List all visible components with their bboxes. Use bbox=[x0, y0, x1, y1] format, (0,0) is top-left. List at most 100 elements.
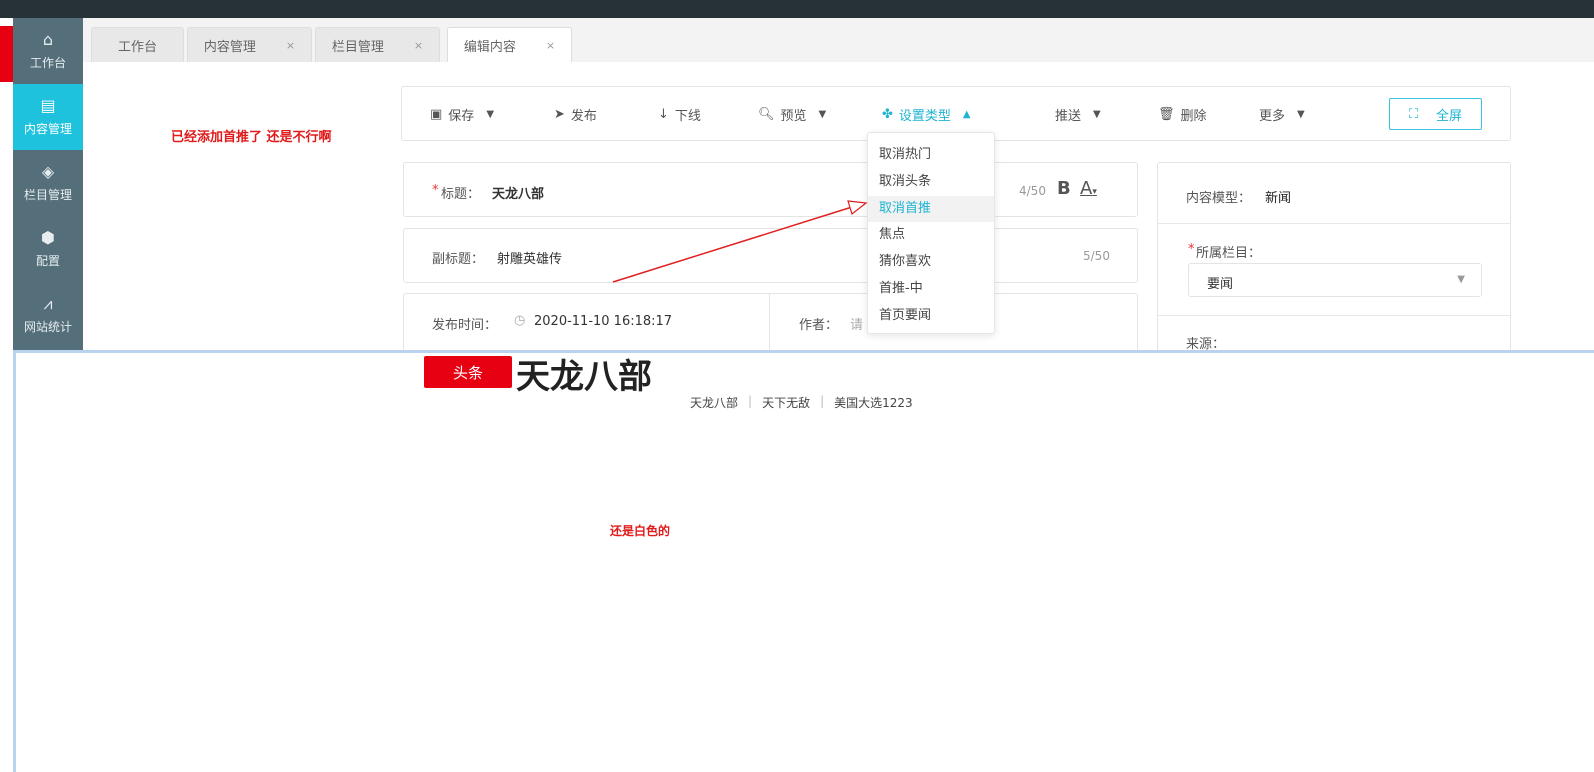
subtitle-label: 副标题： bbox=[432, 252, 485, 267]
author-label: 作者： bbox=[799, 318, 839, 333]
required-mark: * bbox=[1188, 242, 1195, 257]
tab-label: 工作台 bbox=[117, 39, 157, 55]
content-model-label: 内容模型： bbox=[1186, 191, 1252, 206]
chart-icon: ⩘ bbox=[43, 293, 53, 313]
dropdown-item[interactable]: 取消热门 bbox=[868, 142, 994, 169]
sidebar-item-content[interactable]: ▤ 内容管理 bbox=[13, 84, 83, 150]
sidebar-item-dashboard[interactable]: ⌂ 工作台 bbox=[13, 18, 83, 84]
author-input[interactable]: 请 bbox=[850, 314, 863, 333]
sidebar-item-stats[interactable]: ⩘ 网站统计 bbox=[13, 282, 83, 348]
caret-down-icon: ▼ bbox=[1297, 109, 1305, 120]
more-button[interactable]: 更多 ▼ bbox=[1259, 87, 1305, 142]
fullscreen-label: 全屏 bbox=[1436, 108, 1463, 124]
bold-icon[interactable]: B bbox=[1057, 178, 1071, 199]
meta-fields: 发布时间： ◷ 2020-11-10 16:18:17 作者： 请 bbox=[403, 293, 1138, 353]
clock-icon: ◷ bbox=[514, 313, 526, 328]
document-icon: ▤ bbox=[40, 95, 56, 115]
preview-window: 头条 天龙八部 天龙八部 | 天下无敌 | 美国大选1223 还是白色的 bbox=[13, 350, 1594, 772]
push-button[interactable]: 推送 ▼ bbox=[1055, 87, 1101, 142]
sidebar-item-label: 网站统计 bbox=[23, 319, 72, 334]
home-icon: ⌂ bbox=[42, 29, 54, 49]
preview-label: 预览 bbox=[780, 109, 807, 124]
title-value[interactable]: 天龙八部 bbox=[492, 183, 544, 202]
caret-up-icon: ▲ bbox=[962, 109, 971, 120]
dropdown-item[interactable]: 取消头条 bbox=[868, 169, 994, 196]
more-label: 更多 bbox=[1259, 109, 1286, 124]
close-icon[interactable]: × bbox=[286, 39, 295, 52]
save-icon: ▣ bbox=[430, 107, 443, 122]
sidebar-item-columns[interactable]: ◈ 栏目管理 bbox=[13, 150, 83, 216]
caret-down-icon: ▼ bbox=[486, 109, 495, 120]
title-char-count: 4/50 bbox=[1019, 184, 1046, 198]
dropdown-item[interactable]: 取消首推 bbox=[868, 195, 994, 223]
tab-label: 栏目管理 bbox=[331, 39, 384, 55]
dropdown-item[interactable]: 焦点 bbox=[868, 222, 994, 249]
close-icon[interactable]: × bbox=[414, 39, 423, 52]
publish-time-label: 发布时间： bbox=[432, 318, 498, 333]
tag-link[interactable]: 美国大选1223 bbox=[834, 394, 913, 411]
sidebar: ⌂ 工作台 ▤ 内容管理 ◈ 栏目管理 ⬢ 配置 ⩘ 网站统计 bbox=[13, 18, 83, 350]
browser-top-bar bbox=[0, 0, 1594, 18]
required-mark: * bbox=[432, 183, 439, 198]
send-icon: ➤ bbox=[554, 107, 565, 122]
cube-icon: ⬢ bbox=[41, 227, 55, 247]
divider bbox=[1158, 315, 1510, 316]
save-button[interactable]: ▣ 保存 ▼ bbox=[430, 87, 494, 142]
column-select[interactable]: 要闻 ▼ bbox=[1188, 263, 1482, 297]
separator: | bbox=[820, 394, 825, 408]
annotation-bottom: 还是白色的 bbox=[610, 524, 671, 538]
sidebar-item-label: 栏目管理 bbox=[23, 187, 72, 202]
logo-fragment bbox=[0, 26, 13, 82]
dropdown-item[interactable]: 首推-中 bbox=[868, 276, 994, 303]
separator: | bbox=[748, 394, 753, 408]
headline-badge: 头条 bbox=[424, 356, 512, 388]
subtitle-char-count: 5/50 bbox=[1083, 249, 1110, 263]
annotation-top: 已经添加首推了 还是不行啊 bbox=[171, 130, 332, 145]
layers-icon: ◈ bbox=[41, 161, 55, 181]
preview-icon: 🔍︎ bbox=[758, 107, 775, 122]
tab-label: 编辑内容 bbox=[463, 39, 516, 55]
title-label: 标题： bbox=[441, 187, 481, 202]
push-label: 推送 bbox=[1055, 109, 1082, 124]
column-select-value: 要闻 bbox=[1207, 277, 1234, 292]
set-type-dropdown: 取消热门 取消头条 取消首推 焦点 猜你喜欢 首推-中 首页要闻 bbox=[867, 132, 995, 334]
tab-columns[interactable]: 栏目管理 × bbox=[315, 27, 440, 62]
font-color-icon[interactable]: A▾ bbox=[1080, 178, 1097, 199]
close-icon[interactable]: × bbox=[546, 39, 555, 52]
dropdown-item[interactable]: 猜你喜欢 bbox=[868, 249, 994, 276]
trash-icon: 🗑︎ bbox=[1158, 107, 1175, 122]
column-label: 所属栏目： bbox=[1196, 246, 1262, 261]
caret-down-icon: ▼ bbox=[818, 109, 827, 120]
set-type-label: 设置类型 bbox=[898, 109, 951, 124]
save-label: 保存 bbox=[448, 109, 475, 124]
tag-link[interactable]: 天龙八部 bbox=[690, 394, 738, 411]
settings-panel: 内容模型： 新闻 * 所属栏目： 要闻 ▼ 来源： bbox=[1157, 162, 1511, 357]
tab-dashboard[interactable]: 工作台 bbox=[91, 27, 184, 62]
preview-button[interactable]: 🔍︎ 预览 ▼ bbox=[758, 87, 826, 142]
subtitle-value[interactable]: 射雕英雄传 bbox=[497, 248, 562, 267]
sidebar-item-label: 工作台 bbox=[29, 55, 66, 70]
offline-button[interactable]: ↓ 下线 bbox=[658, 87, 701, 142]
annotation-arrow bbox=[612, 200, 868, 283]
preview-tags: 天龙八部 | 天下无敌 | 美国大选1223 bbox=[690, 394, 913, 411]
arrow-down-icon: ↓ bbox=[658, 107, 669, 122]
sidebar-item-label: 配置 bbox=[35, 253, 60, 268]
delete-button[interactable]: 🗑︎ 删除 bbox=[1158, 87, 1207, 142]
sidebar-item-label: 内容管理 bbox=[23, 121, 72, 136]
tag-link[interactable]: 天下无敌 bbox=[762, 394, 810, 411]
publish-button[interactable]: ➤ 发布 bbox=[554, 87, 597, 142]
tab-bar: 工作台 内容管理 × 栏目管理 × 编辑内容 × bbox=[83, 18, 1594, 62]
sidebar-item-config[interactable]: ⬢ 配置 bbox=[13, 216, 83, 282]
dropdown-item[interactable]: 首页要闻 bbox=[868, 303, 994, 330]
publish-label: 发布 bbox=[570, 109, 597, 124]
caret-down-icon: ▼ bbox=[1093, 109, 1101, 120]
apps-icon: ✤ bbox=[882, 107, 893, 122]
tab-content[interactable]: 内容管理 × bbox=[187, 27, 312, 62]
divider bbox=[769, 294, 770, 352]
tab-label: 内容管理 bbox=[203, 39, 256, 55]
fullscreen-button[interactable]: ⛶ 全屏 bbox=[1389, 98, 1482, 130]
divider bbox=[1158, 223, 1510, 224]
tab-edit-content[interactable]: 编辑内容 × bbox=[447, 27, 572, 62]
preview-title: 天龙八部 bbox=[516, 357, 652, 397]
publish-time-input[interactable]: 2020-11-10 16:18:17 bbox=[534, 314, 672, 329]
